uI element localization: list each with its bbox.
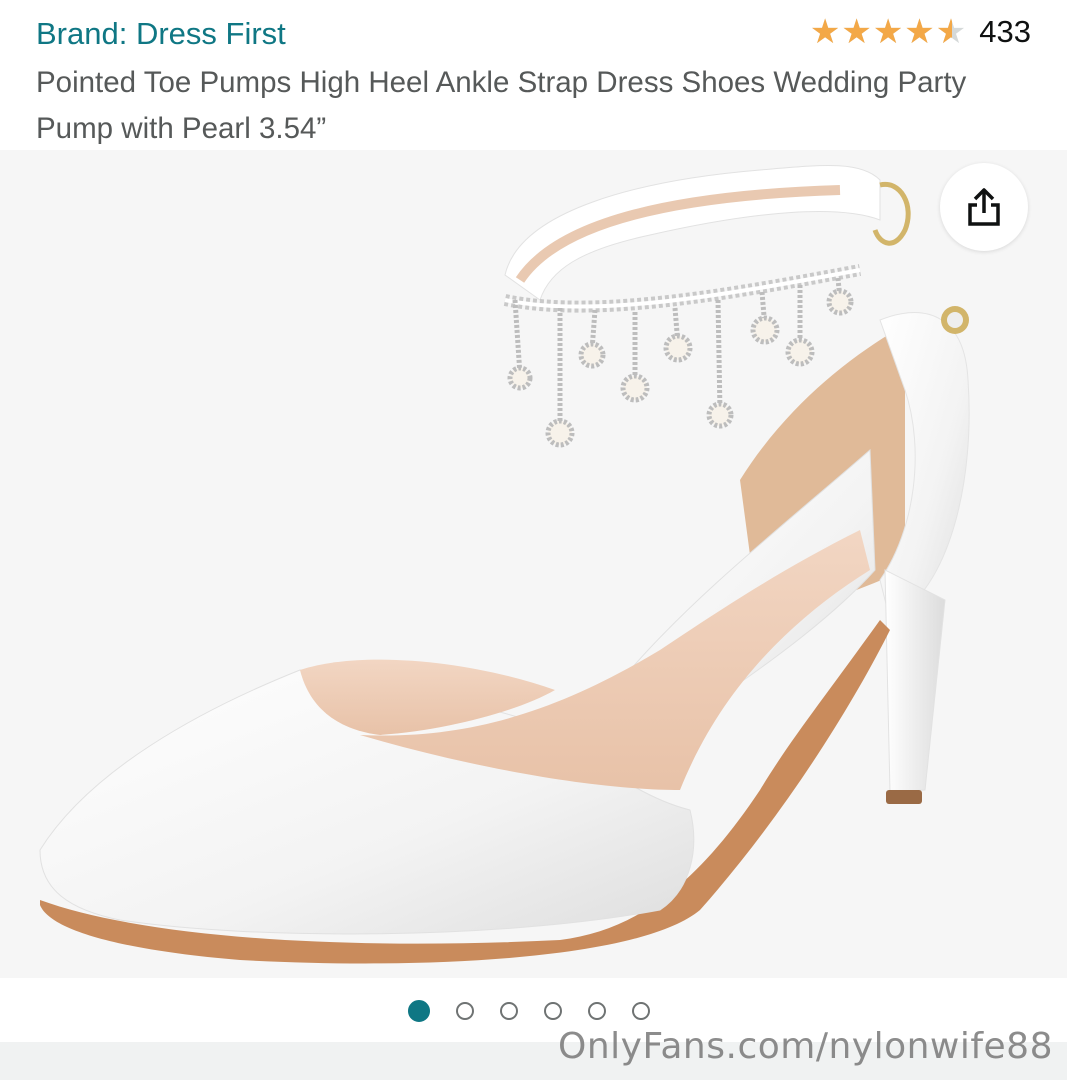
share-button[interactable] bbox=[940, 163, 1028, 251]
review-count: 433 bbox=[979, 14, 1031, 49]
image-carousel-dots bbox=[0, 996, 1067, 1026]
carousel-dot[interactable] bbox=[455, 1002, 474, 1020]
star-rating-icon: ★★★★★ ★★★★★ bbox=[809, 13, 968, 51]
carousel-dot-active[interactable] bbox=[407, 1000, 430, 1022]
product-header: Brand: Dress First ★★★★★ ★★★★★ 433 Point… bbox=[0, 0, 1067, 150]
carousel-dot[interactable] bbox=[587, 1002, 606, 1020]
product-image[interactable] bbox=[0, 150, 1067, 978]
rating-summary[interactable]: ★★★★★ ★★★★★ 433 bbox=[810, 14, 1031, 50]
carousel-dot[interactable] bbox=[631, 1002, 650, 1020]
brand-link[interactable]: Brand: Dress First bbox=[36, 16, 286, 52]
carousel-dot[interactable] bbox=[543, 1002, 562, 1020]
watermark-text: OnlyFans.com/nylonwife88 bbox=[558, 1026, 1053, 1067]
carousel-dot[interactable] bbox=[499, 1002, 518, 1020]
shoe-image bbox=[39, 165, 970, 964]
product-title: Pointed Toe Pumps High Heel Ankle Strap … bbox=[36, 66, 967, 145]
share-icon bbox=[968, 188, 1000, 226]
